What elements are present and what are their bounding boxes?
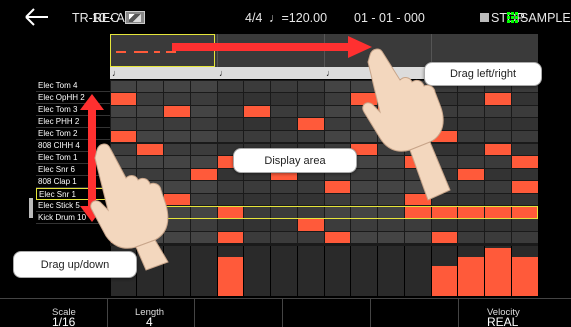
hand-pointer-icon — [90, 143, 169, 271]
gesture-illustration — [80, 36, 451, 271]
hand-pointer-icon — [362, 48, 451, 201]
arrow-right-icon — [172, 36, 372, 58]
